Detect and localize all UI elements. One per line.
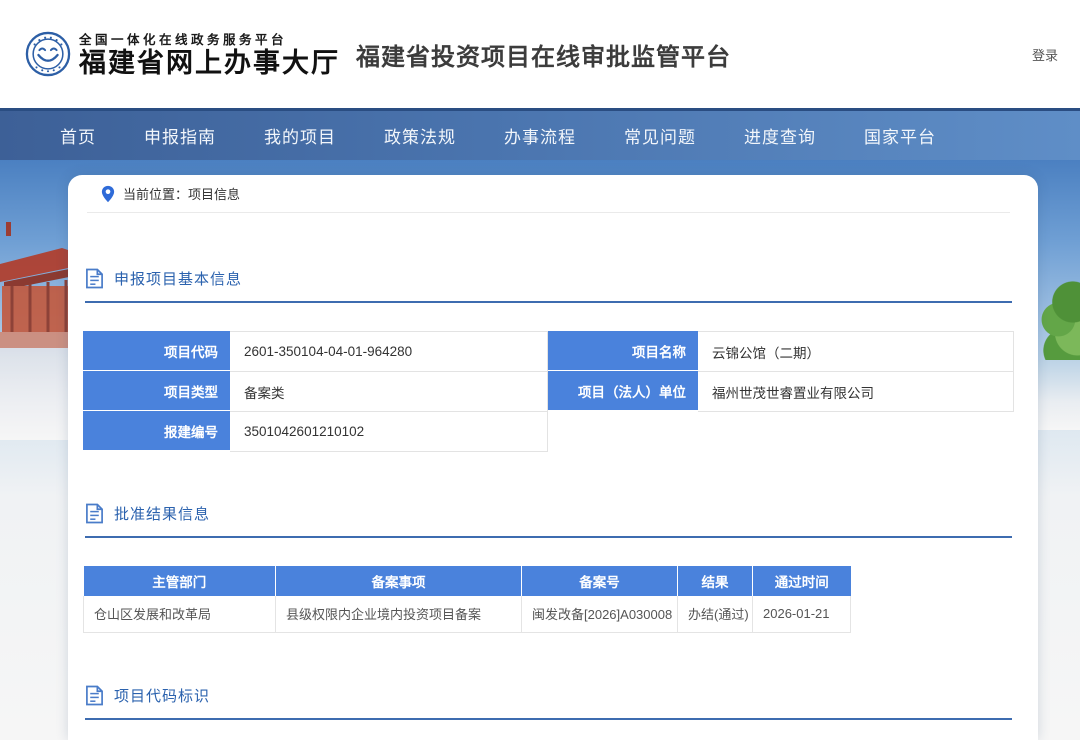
column-header-filing-number: 备案号	[522, 566, 678, 596]
field-value: 云锦公馆（二期）	[698, 331, 1014, 372]
cell-filing-number: 闽发改备[2026]A030008	[522, 596, 678, 632]
nav-item-process[interactable]: 办事流程	[504, 123, 576, 148]
section-title: 批准结果信息	[114, 503, 210, 524]
info-row-construction-number: 报建编号 3501042601210102	[83, 411, 548, 451]
info-row-project-code: 项目代码 2601-350104-04-01-964280	[83, 331, 548, 371]
section-project-code: 项目代码标识	[83, 685, 1014, 720]
cell-filing-matter: 县级权限内企业境内投资项目备案	[276, 596, 522, 632]
nav-item-faq[interactable]: 常见问题	[624, 123, 696, 148]
page-header: 全国一体化在线政务服务平台 福建省网上办事大厅 福建省投资项目在线审批监管平台 …	[0, 0, 1080, 108]
document-icon	[85, 268, 104, 289]
nav-item-declaration-guide[interactable]: 申报指南	[144, 123, 216, 148]
nav-item-policies[interactable]: 政策法规	[384, 123, 456, 148]
section-approval-result: 批准结果信息 主管部门 备案事项 备案号 结果 通过时间 仓山区发展和改革局 县…	[83, 503, 1014, 633]
field-label: 项目名称	[548, 331, 698, 371]
smiley-seal-icon	[25, 31, 71, 77]
approval-table-row: 仓山区发展和改革局 县级权限内企业境内投资项目备案 闽发改备[2026]A030…	[84, 596, 851, 632]
main-nav: 首页 申报指南 我的项目 政策法规 办事流程 常见问题 进度查询 国家平台	[0, 108, 1080, 160]
field-label: 项目类型	[83, 371, 230, 411]
field-value: 3501042601210102	[230, 411, 548, 452]
field-label: 报建编号	[83, 411, 230, 451]
logo-platform-line: 全国一体化在线政务服务平台	[79, 29, 340, 48]
section-project-code-header: 项目代码标识	[85, 685, 1012, 720]
field-value: 2601-350104-04-01-964280	[230, 331, 548, 372]
column-header-filing-matter: 备案事项	[276, 566, 522, 596]
section-title: 申报项目基本信息	[114, 268, 242, 289]
info-row-legal-entity: 项目（法人）单位 福州世茂世睿置业有限公司	[548, 371, 1014, 411]
column-header-result: 结果	[678, 566, 753, 596]
field-value: 福州世茂世睿置业有限公司	[698, 371, 1014, 412]
cell-pass-time: 2026-01-21	[753, 596, 851, 632]
field-label: 项目代码	[83, 331, 230, 371]
approval-table-header-row: 主管部门 备案事项 备案号 结果 通过时间	[84, 566, 851, 596]
field-value: 备案类	[230, 371, 548, 412]
breadcrumb-text: 当前位置：项目信息	[123, 184, 240, 203]
basic-info-left-column: 项目代码 2601-350104-04-01-964280 项目类型 备案类 报…	[83, 331, 548, 451]
trees-fade	[1032, 360, 1080, 430]
login-link[interactable]: 登录	[1030, 41, 1060, 68]
document-icon	[85, 503, 104, 524]
info-row-project-type: 项目类型 备案类	[83, 371, 548, 411]
basic-info-right-column: 项目名称 云锦公馆（二期） 项目（法人）单位 福州世茂世睿置业有限公司	[548, 331, 1014, 451]
section-basic-info-header: 申报项目基本信息	[85, 268, 1012, 303]
logo-hall-name: 福建省网上办事大厅	[79, 48, 340, 79]
cell-department: 仓山区发展和改革局	[84, 596, 276, 632]
nav-item-progress-query[interactable]: 进度查询	[744, 123, 816, 148]
nav-item-national-platform[interactable]: 国家平台	[864, 123, 936, 148]
breadcrumb: 当前位置：项目信息	[87, 175, 1010, 213]
info-row-project-name: 项目名称 云锦公馆（二期）	[548, 331, 1014, 371]
logo-text: 全国一体化在线政务服务平台 福建省网上办事大厅	[79, 29, 340, 79]
document-icon	[85, 685, 104, 706]
cell-result: 办结(通过)	[678, 596, 753, 632]
site-logo[interactable]: 全国一体化在线政务服务平台 福建省网上办事大厅	[25, 29, 340, 79]
approval-result-table: 主管部门 备案事项 备案号 结果 通过时间 仓山区发展和改革局 县级权限内企业境…	[83, 566, 851, 633]
basic-info-table: 项目代码 2601-350104-04-01-964280 项目类型 备案类 报…	[83, 331, 1014, 451]
nav-item-my-projects[interactable]: 我的项目	[264, 123, 336, 148]
field-label: 项目（法人）单位	[548, 371, 698, 411]
section-approval-result-header: 批准结果信息	[85, 503, 1012, 538]
trees-illustration	[1032, 280, 1080, 368]
section-title: 项目代码标识	[114, 685, 210, 706]
section-basic-info: 申报项目基本信息 项目代码 2601-350104-04-01-964280 项…	[83, 268, 1014, 451]
nav-item-home[interactable]: 首页	[60, 123, 96, 148]
column-header-pass-time: 通过时间	[753, 566, 851, 596]
page-title: 福建省投资项目在线审批监管平台	[356, 37, 731, 72]
location-pin-icon	[101, 185, 115, 203]
column-header-department: 主管部门	[84, 566, 276, 596]
content-card: 当前位置：项目信息 申报项目基本信息 项目代码 2601-350104-04-0…	[68, 175, 1038, 740]
